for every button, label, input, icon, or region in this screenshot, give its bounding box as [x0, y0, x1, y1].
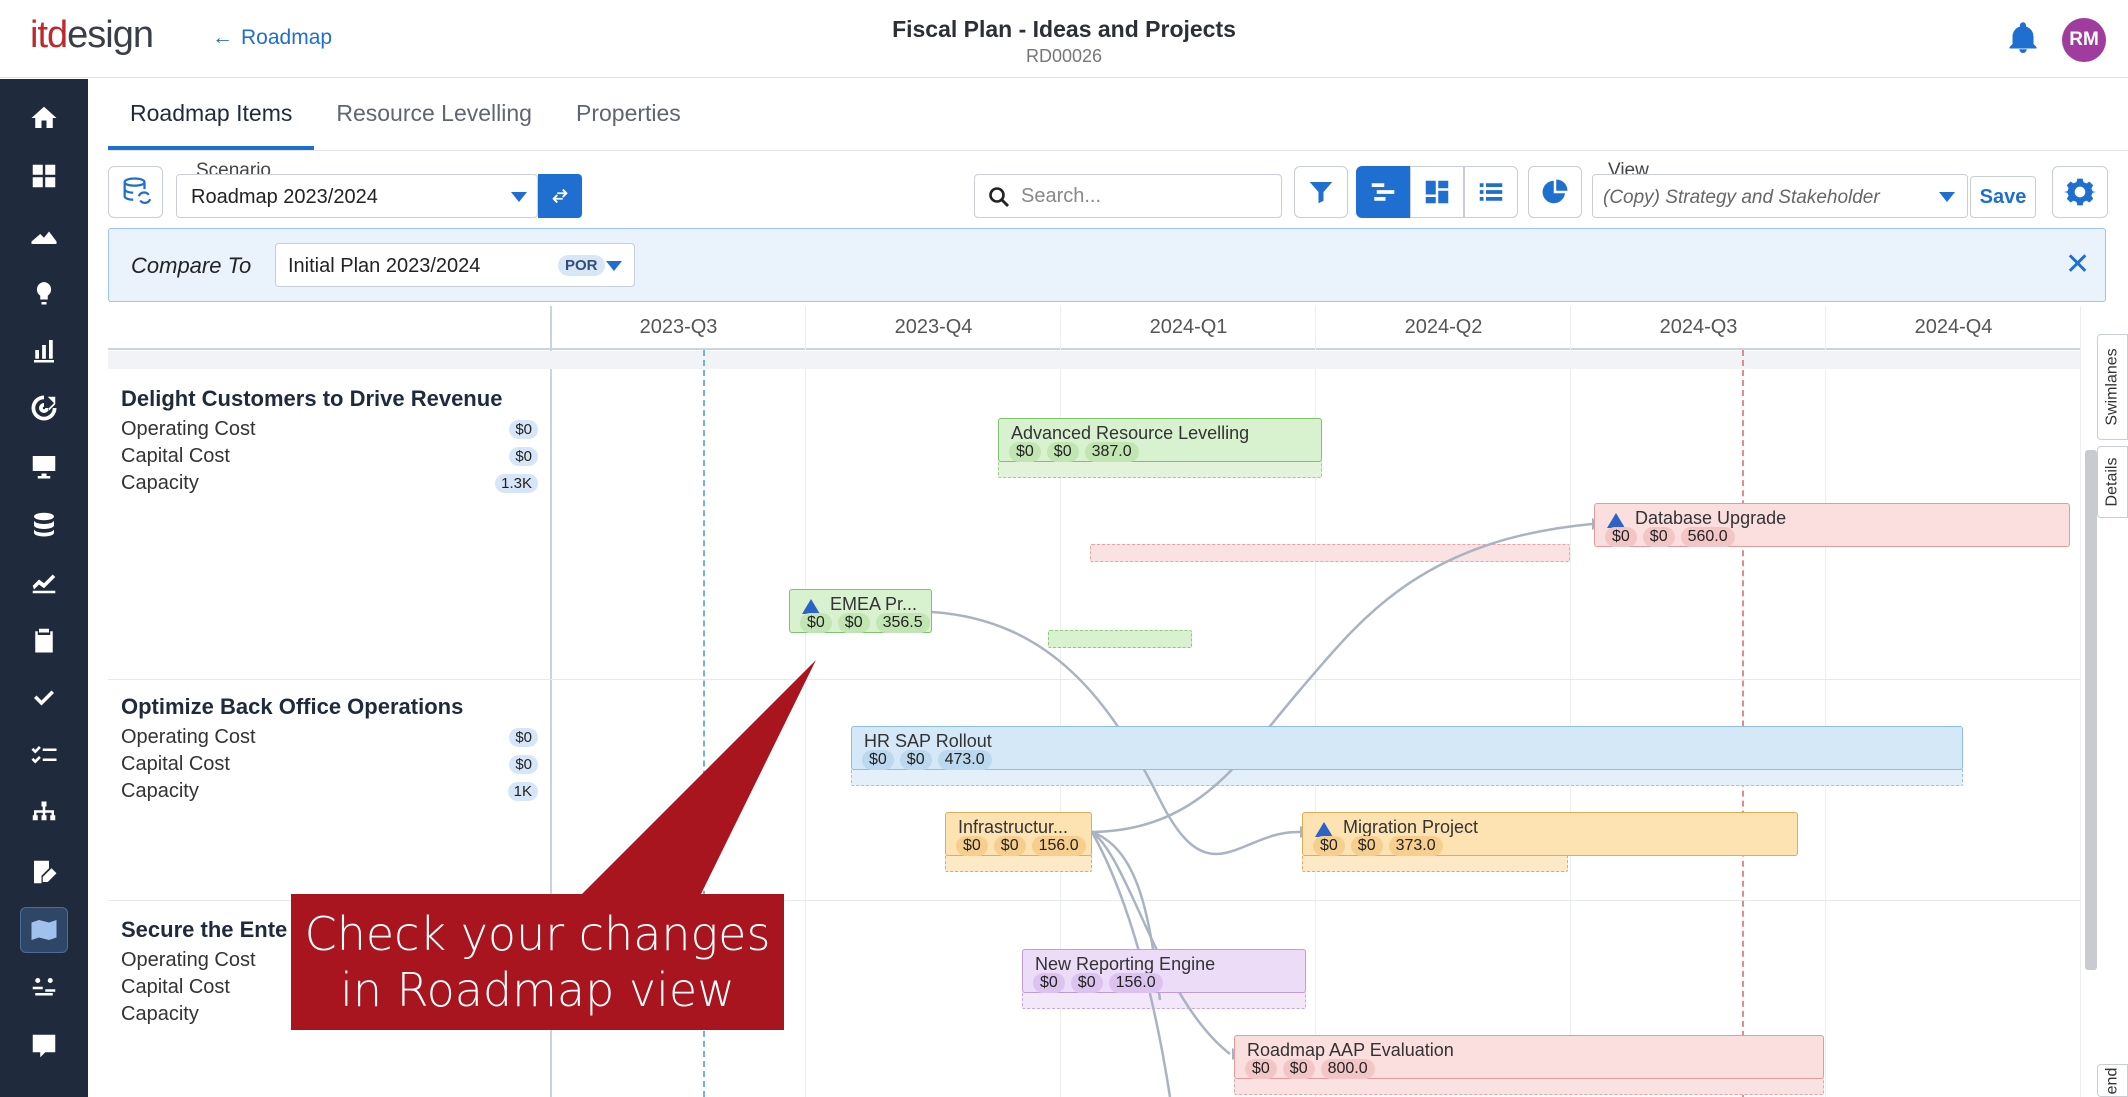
- tutorial-callout: Check your changes in Roadmap view: [291, 894, 784, 1030]
